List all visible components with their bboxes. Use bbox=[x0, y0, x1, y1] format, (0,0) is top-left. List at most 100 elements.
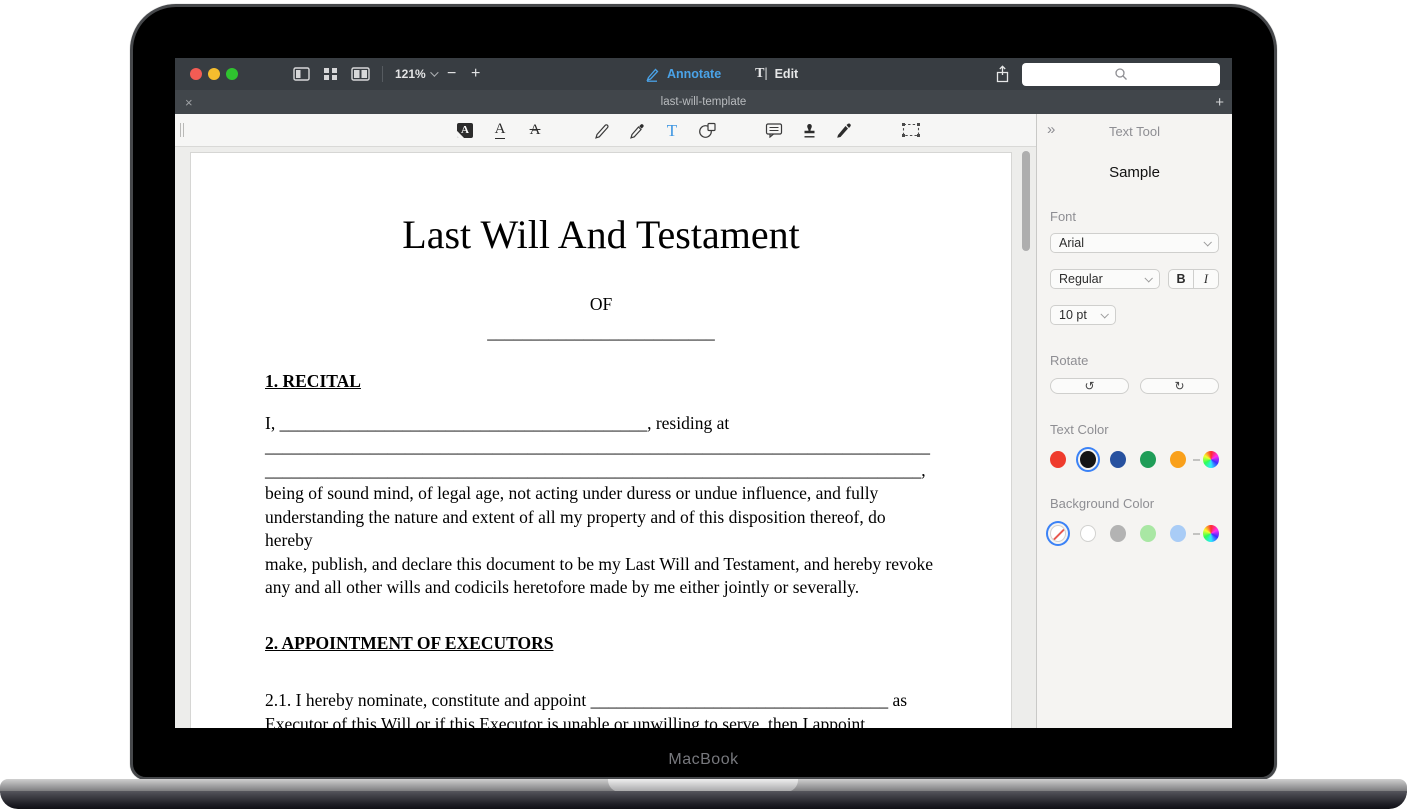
rotate-ccw-icon: ↺ bbox=[1084, 380, 1094, 392]
collapse-sidebar-icon[interactable]: » bbox=[1047, 121, 1055, 138]
bold-button[interactable]: B bbox=[1169, 270, 1194, 288]
chevron-down-icon bbox=[1144, 274, 1152, 282]
font-sample-preview: Sample bbox=[1050, 164, 1219, 181]
document-page[interactable]: Last Will And Testament OF _____________… bbox=[190, 152, 1012, 728]
font-section-label: Font bbox=[1050, 209, 1219, 224]
recital-line: ________________________________________… bbox=[265, 435, 937, 459]
italic-button[interactable]: I bbox=[1194, 270, 1218, 288]
recital-line: understanding the nature and extent of a… bbox=[265, 506, 937, 553]
zoom-level-dropdown[interactable]: 121% bbox=[395, 67, 436, 81]
text-tool-icon[interactable]: T bbox=[661, 119, 683, 141]
section2-heading: 2. APPOINTMENT OF EXECUTORS bbox=[265, 632, 937, 656]
document-tab-title[interactable]: last-will-template bbox=[175, 96, 1232, 108]
close-tab-icon[interactable]: × bbox=[185, 95, 193, 110]
document-name-blank: __________________________ bbox=[265, 321, 937, 345]
vertical-scrollbar[interactable] bbox=[1022, 151, 1030, 251]
text-color-red[interactable] bbox=[1050, 451, 1066, 468]
strikethrough-icon[interactable]: A bbox=[524, 119, 546, 141]
marker-icon[interactable] bbox=[626, 119, 648, 141]
chevron-down-icon bbox=[430, 68, 438, 76]
text-color-custom-wheel[interactable] bbox=[1203, 451, 1219, 468]
background-color-swatches bbox=[1050, 525, 1219, 542]
executor-paragraph: 2.1. I hereby nominate, constitute and a… bbox=[265, 689, 937, 728]
share-icon[interactable] bbox=[995, 65, 1010, 83]
text-color-black[interactable] bbox=[1080, 451, 1096, 468]
sidebar-header: » Text Tool bbox=[1050, 114, 1219, 148]
section1-heading: 1. RECITAL bbox=[265, 370, 937, 394]
executor-line: 2.1. I hereby nominate, constitute and a… bbox=[265, 689, 937, 713]
toolbar-drag-handle[interactable] bbox=[180, 123, 184, 137]
window-controls bbox=[190, 68, 238, 80]
text-color-blue[interactable] bbox=[1110, 451, 1126, 468]
toolbar-divider bbox=[382, 66, 383, 82]
recital-line: being of sound mind, of legal age, not a… bbox=[265, 482, 937, 506]
minimize-window-button[interactable] bbox=[208, 68, 220, 80]
stamp-icon[interactable] bbox=[798, 119, 820, 141]
zoom-out-button[interactable]: − bbox=[444, 65, 460, 83]
text-color-label: Text Color bbox=[1050, 422, 1219, 437]
rotate-ccw-button[interactable]: ↺ bbox=[1050, 378, 1129, 394]
swatch-divider bbox=[1193, 459, 1200, 461]
main-column: A A A T bbox=[175, 114, 1036, 728]
annotation-toolbar: A A A T bbox=[175, 114, 1036, 147]
document-title: Last Will And Testament bbox=[265, 211, 937, 259]
text-color-orange[interactable] bbox=[1170, 451, 1186, 468]
fullscreen-window-button[interactable] bbox=[226, 68, 238, 80]
recital-line: ________________________________________… bbox=[265, 459, 937, 483]
pencil-icon[interactable] bbox=[591, 119, 613, 141]
shapes-icon[interactable] bbox=[696, 119, 718, 141]
rotate-cw-button[interactable]: ↻ bbox=[1140, 378, 1219, 394]
background-color-label: Background Color bbox=[1050, 496, 1219, 511]
bg-color-white[interactable] bbox=[1080, 525, 1096, 542]
document-tab-bar: × last-will-template + bbox=[175, 90, 1232, 114]
text-color-green[interactable] bbox=[1140, 451, 1156, 468]
two-page-view-icon[interactable] bbox=[351, 67, 370, 81]
annotate-pen-icon bbox=[645, 67, 660, 82]
chevron-down-icon bbox=[1100, 310, 1108, 318]
swatch-divider bbox=[1193, 533, 1200, 535]
text-tool-sidebar: » Text Tool Sample Font Arial Regular B … bbox=[1036, 114, 1232, 728]
font-family-select[interactable]: Arial bbox=[1050, 233, 1219, 253]
main-toolbar: 121% − + Annotate T| Edit bbox=[175, 58, 1232, 90]
document-of-label: OF bbox=[265, 293, 937, 317]
font-style-row: Regular B I bbox=[1050, 269, 1219, 289]
edit-text-icon: T| bbox=[755, 66, 767, 82]
recital-line: I, _____________________________________… bbox=[265, 412, 937, 436]
toolbar-right-group bbox=[995, 58, 1220, 90]
zoom-in-button[interactable]: + bbox=[468, 65, 484, 83]
rotate-section-label: Rotate bbox=[1050, 353, 1219, 368]
font-size-select[interactable]: 10 pt bbox=[1050, 305, 1116, 325]
rotate-buttons: ↺ ↻ bbox=[1050, 378, 1219, 394]
bg-color-custom-wheel[interactable] bbox=[1203, 525, 1219, 542]
zoom-controls: 121% − + bbox=[395, 65, 484, 83]
font-style-select[interactable]: Regular bbox=[1050, 269, 1160, 289]
content-row: A A A T bbox=[175, 114, 1232, 728]
bold-italic-group: B I bbox=[1168, 269, 1219, 289]
tab-annotate[interactable]: Annotate bbox=[645, 67, 721, 82]
signature-icon[interactable] bbox=[833, 119, 855, 141]
sidebar-panel-icon[interactable] bbox=[293, 67, 310, 81]
search-input[interactable] bbox=[1022, 63, 1220, 86]
highlight-icon[interactable]: A bbox=[454, 119, 476, 141]
document-view[interactable]: Last Will And Testament OF _____________… bbox=[175, 147, 1036, 728]
note-icon[interactable] bbox=[763, 119, 785, 141]
tab-edit[interactable]: T| Edit bbox=[755, 66, 798, 82]
executor-line: Executor of this Will or if this Executo… bbox=[265, 713, 937, 729]
macbook-label: MacBook bbox=[133, 751, 1274, 769]
close-window-button[interactable] bbox=[190, 68, 202, 80]
add-tab-button[interactable]: + bbox=[1215, 94, 1224, 111]
thumbnail-grid-icon[interactable] bbox=[323, 67, 338, 81]
mode-tabs: Annotate T| Edit bbox=[645, 58, 798, 90]
recital-paragraph: I, _____________________________________… bbox=[265, 412, 937, 600]
bg-color-gray[interactable] bbox=[1110, 525, 1126, 542]
rotate-cw-icon: ↻ bbox=[1174, 380, 1184, 392]
sidebar-title: Text Tool bbox=[1109, 124, 1160, 139]
underline-icon[interactable]: A bbox=[489, 119, 511, 141]
bg-color-light-green[interactable] bbox=[1140, 525, 1156, 542]
chevron-down-icon bbox=[1203, 238, 1211, 246]
annotation-tools: A A A T bbox=[454, 119, 935, 141]
select-icon[interactable] bbox=[900, 119, 922, 141]
bg-color-none[interactable] bbox=[1050, 525, 1066, 542]
bg-color-light-blue[interactable] bbox=[1170, 525, 1186, 542]
recital-line: make, publish, and declare this document… bbox=[265, 553, 937, 577]
